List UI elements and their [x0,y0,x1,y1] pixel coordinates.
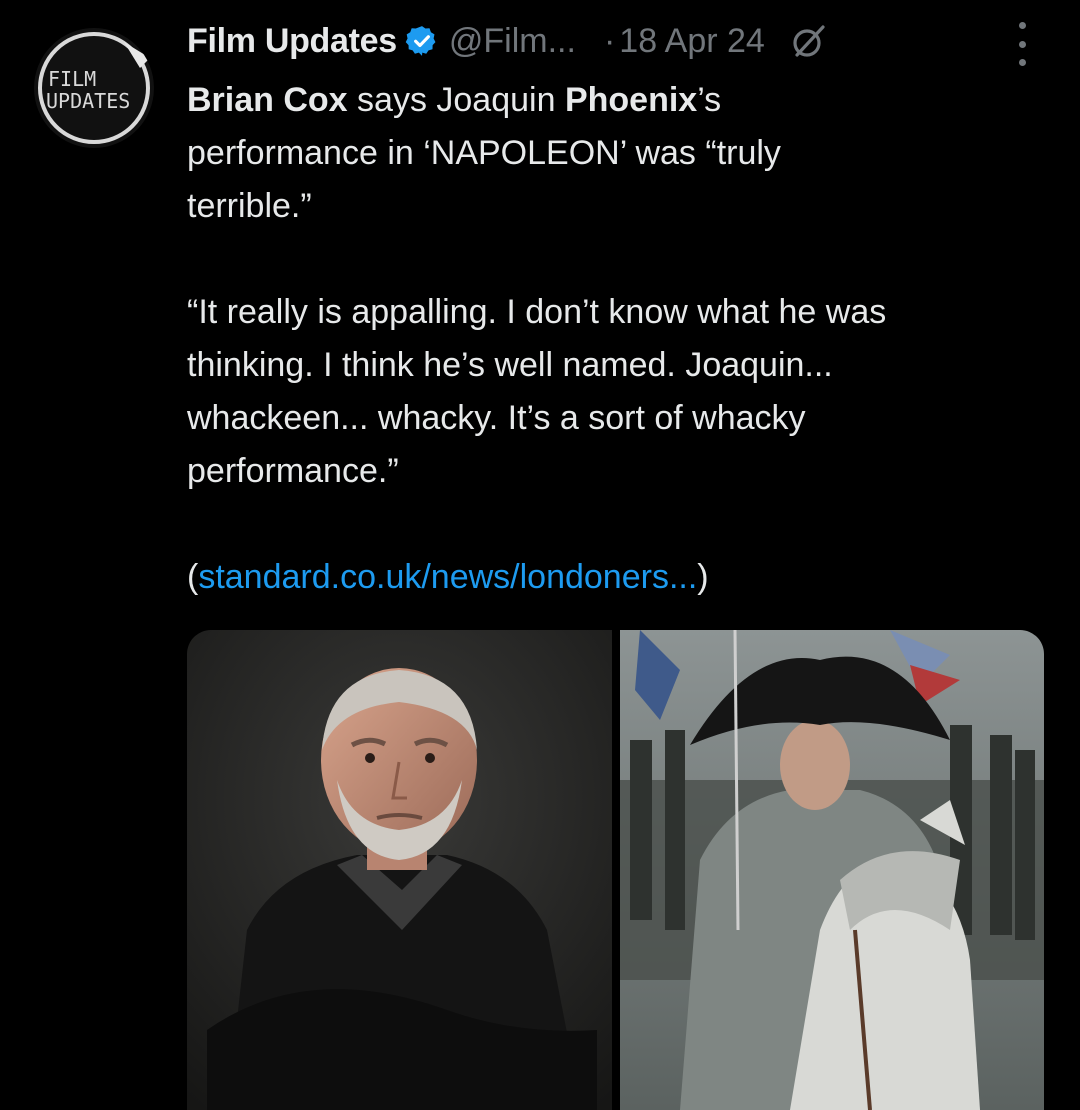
tweet-header: Film Updates @Film... · 18 Apr 24 [187,18,1067,64]
grok-icon[interactable] [789,21,829,61]
separator-dot: · [603,21,616,60]
link-close-paren: ) [697,558,709,596]
display-name[interactable]: Film Updates [187,22,397,61]
quote-line-3: whackeen... whacky. It’s a sort of whack… [187,399,806,437]
mention-phoenix: Phoenix [564,81,698,119]
link-open-paren: ( [187,558,199,596]
source-link[interactable]: standard.co.uk/news/londoners... [198,558,697,596]
tweet-date[interactable]: 18 Apr 24 [619,22,765,61]
tweet-line-3: terrible.” [187,187,312,225]
tweet-line-1: Brian Cox says Joaquin Phoenix’s [187,74,1057,127]
quote-line-1: “It really is appalling. I don’t know wh… [187,293,887,331]
verified-badge-icon[interactable] [405,24,439,58]
tweet-line-2: performance in ‘NAPOLEON’ was “truly [187,134,781,172]
source-link-line: (standard.co.uk/news/londoners...) [187,551,1057,604]
tweet[interactable]: FILM UPDATES Film Updates @Film... · 18 … [0,0,1080,1110]
mention-brian-cox: Brian Cox [187,81,348,119]
media-image-napoleon[interactable] [619,630,1044,1110]
handle[interactable]: @Film... [449,22,576,61]
avatar-text-updates: UPDATES [46,89,130,113]
avatar[interactable]: FILM UPDATES [34,28,154,148]
media-image-brian-cox[interactable] [187,630,612,1110]
quote-line-2: thinking. I think he’s well named. Joaqu… [187,346,833,384]
tweet-line-1-end: ’s [697,81,722,119]
tweet-line-1-mid: says Joaquin [347,81,565,119]
tweet-text: Brian Cox says Joaquin Phoenix’s perform… [187,74,1057,604]
film-updates-logo: FILM UPDATES [34,28,154,148]
media-grid [187,630,1044,1110]
avatar-text-film: FILM [48,67,96,91]
more-options-icon[interactable] [1012,22,1032,66]
quote-line-4: performance.” [187,452,399,490]
